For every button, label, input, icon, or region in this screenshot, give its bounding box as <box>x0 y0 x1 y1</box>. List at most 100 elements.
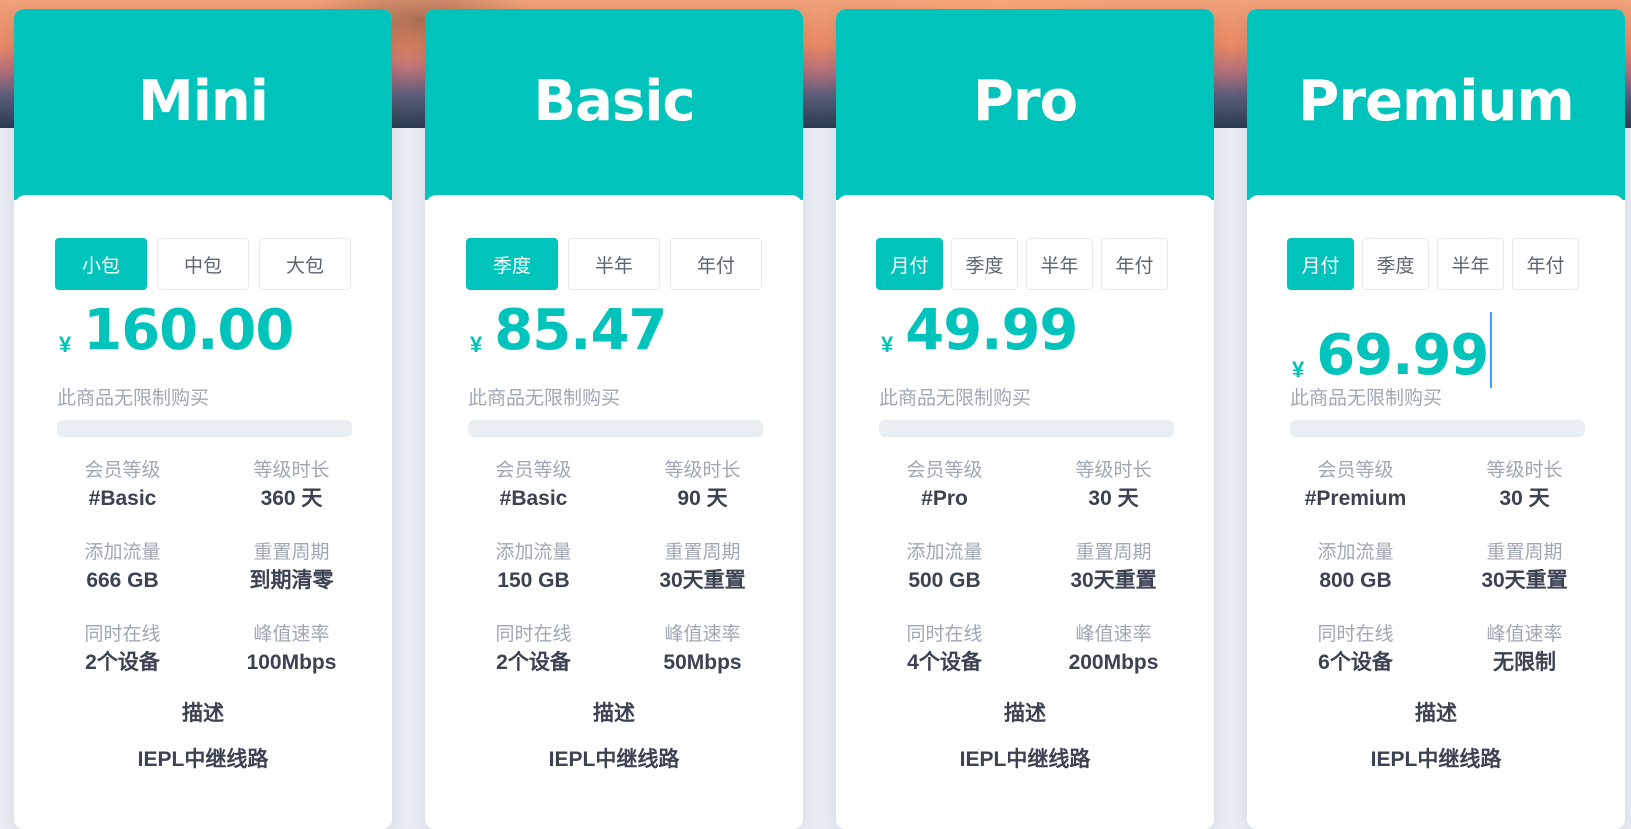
price: ¥ 69.99 <box>1292 298 1493 388</box>
spec-traffic: 添加流量 150 GB <box>449 541 618 597</box>
price-amount: 69.99 <box>1316 323 1489 388</box>
spec-value: 到期清零 <box>249 569 334 592</box>
spec-label: 会员等级 <box>84 460 161 481</box>
description-title: 描述 <box>182 702 224 725</box>
spec-value: 150 GB <box>497 569 570 592</box>
spec-label: 同时在线 <box>1317 624 1394 645</box>
plan-card-basic: Basic 季度 半年 年付 ¥ 85.47 此商品无限制购买 会员等级 #Ba… <box>425 9 803 829</box>
spec-label: 峰值速率 <box>1075 624 1152 645</box>
period-tabs: 月付 季度 半年 年付 <box>1287 238 1579 290</box>
spec-reset-cycle: 重置周期 30天重置 <box>1440 541 1609 597</box>
plan-specs: 会员等级 #Basic 等级时长 360 天 添加流量 666 GB 重置周期 … <box>14 459 392 679</box>
spec-label: 重置周期 <box>1075 542 1152 563</box>
description-text: IEPL中继线路 <box>959 748 1091 771</box>
spec-label: 会员等级 <box>1317 460 1394 481</box>
spec-value: 30天重置 <box>1070 569 1157 592</box>
spec-value: 666 GB <box>86 569 159 592</box>
description-text: IEPL中继线路 <box>1370 748 1502 771</box>
spec-value: 2个设备 <box>85 651 160 674</box>
period-tab-half-year[interactable]: 半年 <box>1437 238 1504 290</box>
spec-value: #Basic <box>499 487 568 510</box>
period-tab-yearly[interactable]: 年付 <box>1512 238 1579 290</box>
spec-level-duration: 等级时长 360 天 <box>207 459 376 515</box>
price: ¥ 160.00 <box>59 298 294 378</box>
spec-value: 30天重置 <box>659 569 746 592</box>
spec-concurrent-devices: 同时在线 2个设备 <box>449 623 618 679</box>
plan-name: Pro <box>972 69 1078 134</box>
description-text: IEPL中继线路 <box>137 748 269 771</box>
purchase-progress-bar <box>1290 420 1585 437</box>
plan-card-premium: Premium 月付 季度 半年 年付 ¥ 69.99 此商品无限制购买 会员等… <box>1247 9 1625 829</box>
spec-traffic: 添加流量 666 GB <box>38 541 207 597</box>
spec-label: 会员等级 <box>495 460 572 481</box>
spec-label: 等级时长 <box>1486 460 1563 481</box>
spec-value: 30 天 <box>1499 487 1550 510</box>
purchase-limit-note: 此商品无限制购买 <box>879 388 1032 409</box>
currency-symbol: ¥ <box>1292 357 1305 382</box>
period-tab-monthly[interactable]: 月付 <box>876 238 943 290</box>
spec-value: 无限制 <box>1493 651 1556 674</box>
plan-card-header: Basic <box>425 9 803 200</box>
price: ¥ 85.47 <box>470 298 667 378</box>
plan-card-body: 月付 季度 半年 年付 ¥ 49.99 此商品无限制购买 会员等级 #Pro 等… <box>836 195 1214 829</box>
spec-value: 500 GB <box>908 569 981 592</box>
spec-value: 2个设备 <box>496 651 571 674</box>
period-tab-quarterly[interactable]: 季度 <box>1362 238 1429 290</box>
text-cursor <box>1490 312 1493 388</box>
period-tab-yearly[interactable]: 年付 <box>1101 238 1168 290</box>
purchase-progress-bar <box>468 420 763 437</box>
spec-value: 30 天 <box>1088 487 1139 510</box>
plan-card-header: Premium <box>1247 9 1625 200</box>
currency-symbol: ¥ <box>470 332 483 357</box>
spec-label: 同时在线 <box>495 624 572 645</box>
period-tab-small[interactable]: 小包 <box>55 238 147 290</box>
spec-peak-speed: 峰值速率 50Mbps <box>618 623 787 679</box>
spec-label: 峰值速率 <box>253 624 330 645</box>
period-tab-medium[interactable]: 中包 <box>157 238 249 290</box>
price-amount: 85.47 <box>494 298 667 363</box>
spec-value: 6个设备 <box>1318 651 1393 674</box>
spec-label: 添加流量 <box>84 542 161 563</box>
purchase-progress-bar <box>879 420 1174 437</box>
spec-label: 同时在线 <box>84 624 161 645</box>
plan-card-body: 月付 季度 半年 年付 ¥ 69.99 此商品无限制购买 会员等级 #Premi… <box>1247 195 1625 829</box>
spec-member-level: 会员等级 #Basic <box>449 459 618 515</box>
spec-reset-cycle: 重置周期 30天重置 <box>618 541 787 597</box>
plan-card-body: 小包 中包 大包 ¥ 160.00 此商品无限制购买 会员等级 #Basic 等… <box>14 195 392 829</box>
period-tab-yearly[interactable]: 年付 <box>670 238 762 290</box>
spec-value: 90 天 <box>677 487 728 510</box>
period-tab-quarterly[interactable]: 季度 <box>951 238 1018 290</box>
spec-level-duration: 等级时长 90 天 <box>618 459 787 515</box>
plan-name: Premium <box>1298 69 1574 134</box>
period-tabs: 月付 季度 半年 年付 <box>876 238 1168 290</box>
spec-value: 30天重置 <box>1481 569 1568 592</box>
spec-value: 360 天 <box>260 487 323 510</box>
spec-label: 重置周期 <box>664 542 741 563</box>
price-amount: 49.99 <box>905 298 1078 363</box>
spec-peak-speed: 峰值速率 无限制 <box>1440 623 1609 679</box>
plan-specs: 会员等级 #Premium 等级时长 30 天 添加流量 800 GB 重置周期… <box>1247 459 1625 679</box>
spec-value: 100Mbps <box>246 651 337 674</box>
price: ¥ 49.99 <box>881 298 1078 378</box>
spec-concurrent-devices: 同时在线 2个设备 <box>38 623 207 679</box>
purchase-progress-bar <box>57 420 352 437</box>
period-tab-half-year[interactable]: 半年 <box>1026 238 1093 290</box>
period-tab-monthly[interactable]: 月付 <box>1287 238 1354 290</box>
spec-value: #Premium <box>1304 487 1407 510</box>
spec-value: #Basic <box>88 487 157 510</box>
spec-value: 4个设备 <box>907 651 982 674</box>
plan-card-body: 季度 半年 年付 ¥ 85.47 此商品无限制购买 会员等级 #Basic 等级… <box>425 195 803 829</box>
plan-specs: 会员等级 #Pro 等级时长 30 天 添加流量 500 GB 重置周期 30天… <box>836 459 1214 679</box>
spec-label: 重置周期 <box>1486 542 1563 563</box>
period-tab-quarterly[interactable]: 季度 <box>466 238 558 290</box>
spec-member-level: 会员等级 #Pro <box>860 459 1029 515</box>
plan-card-pro: Pro 月付 季度 半年 年付 ¥ 49.99 此商品无限制购买 会员等级 #P… <box>836 9 1214 829</box>
spec-value: 50Mbps <box>663 651 742 674</box>
spec-label: 等级时长 <box>253 460 330 481</box>
plan-list: Mini 小包 中包 大包 ¥ 160.00 此商品无限制购买 会员等级 #Ba… <box>0 0 1631 829</box>
period-tab-large[interactable]: 大包 <box>259 238 351 290</box>
period-tab-half-year[interactable]: 半年 <box>568 238 660 290</box>
description-title: 描述 <box>593 702 635 725</box>
spec-label: 峰值速率 <box>1486 624 1563 645</box>
spec-label: 等级时长 <box>1075 460 1152 481</box>
